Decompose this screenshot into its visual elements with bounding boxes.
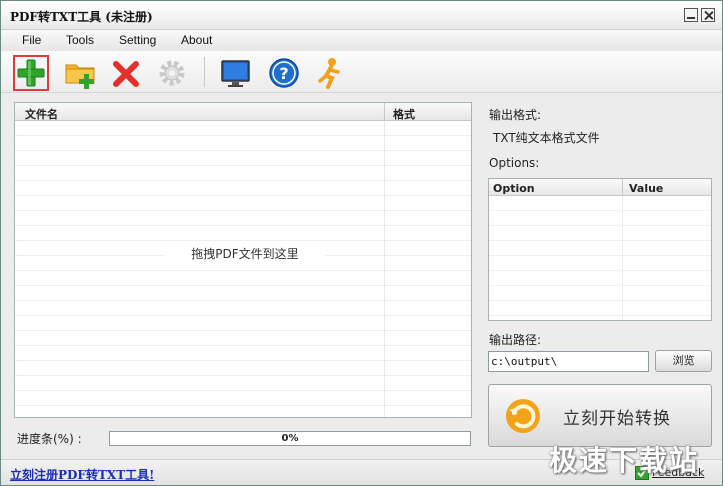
progress-text: 0% (281, 433, 299, 444)
menu-bar: File Tools Setting About (1, 30, 722, 51)
menu-about[interactable]: About (181, 33, 212, 47)
file-list-header: 文件名 格式 (15, 103, 471, 121)
add-file-button[interactable] (13, 55, 49, 91)
runner-button[interactable] (312, 55, 348, 91)
output-format-label: 输出格式: (489, 108, 542, 122)
app-window: PDF转TXT工具 (未注册) File Tools Setting About (0, 0, 723, 486)
output-path-input[interactable]: c:\output\ (488, 351, 649, 372)
col-value[interactable]: Value (629, 182, 663, 195)
add-folder-button[interactable] (63, 55, 99, 91)
col-option[interactable]: Option (493, 182, 535, 195)
title-bar: PDF转TXT工具 (未注册) (1, 1, 722, 30)
remove-button[interactable] (109, 55, 145, 91)
start-convert-label: 立刻开始转换 (563, 409, 671, 429)
minimize-button[interactable] (684, 8, 698, 22)
refresh-icon (506, 399, 540, 433)
monitor-button[interactable] (218, 55, 254, 91)
file-list-rows (15, 121, 471, 417)
menu-setting[interactable]: Setting (119, 33, 156, 47)
progress-bar: 0% (109, 431, 471, 446)
menu-tools[interactable]: Tools (66, 33, 94, 47)
file-list[interactable]: 文件名 格式 拖拽PDF文件到这里 (14, 102, 472, 418)
remove-icon (113, 61, 139, 87)
output-path-label: 输出路径: (489, 333, 542, 347)
register-link[interactable]: 立刻注册PDF转TXT工具! (10, 466, 154, 483)
start-convert-button[interactable]: 立刻开始转换 (488, 384, 712, 447)
toolbar: ? (1, 51, 722, 93)
settings-gear-icon (159, 60, 185, 86)
options-label: Options: (489, 156, 540, 170)
drop-hint: 拖拽PDF文件到这里 (165, 243, 325, 265)
runner-icon (318, 58, 340, 89)
svg-text:?: ? (279, 64, 288, 83)
progress-label: 进度条(%) : (17, 432, 82, 446)
window-title: PDF转TXT工具 (未注册) (10, 10, 153, 24)
help-button[interactable]: ? (266, 55, 302, 91)
add-folder-icon (65, 64, 95, 89)
options-table[interactable]: Option Value (488, 178, 712, 321)
close-button[interactable] (701, 8, 715, 22)
col-filename[interactable]: 文件名 (25, 106, 58, 122)
toolbar-separator (204, 57, 205, 87)
browse-button[interactable]: 浏览 (655, 350, 712, 372)
monitor-icon (221, 60, 250, 87)
settings-button[interactable] (154, 55, 190, 91)
col-format[interactable]: 格式 (393, 106, 415, 122)
options-rows (489, 196, 711, 320)
options-header: Option Value (489, 179, 711, 196)
output-format-value: TXT纯文本格式文件 (493, 131, 600, 145)
add-file-icon (17, 59, 45, 87)
menu-file[interactable]: File (22, 33, 41, 47)
help-icon: ? (269, 58, 299, 88)
watermark-logo: 极速下载站 (549, 444, 700, 477)
